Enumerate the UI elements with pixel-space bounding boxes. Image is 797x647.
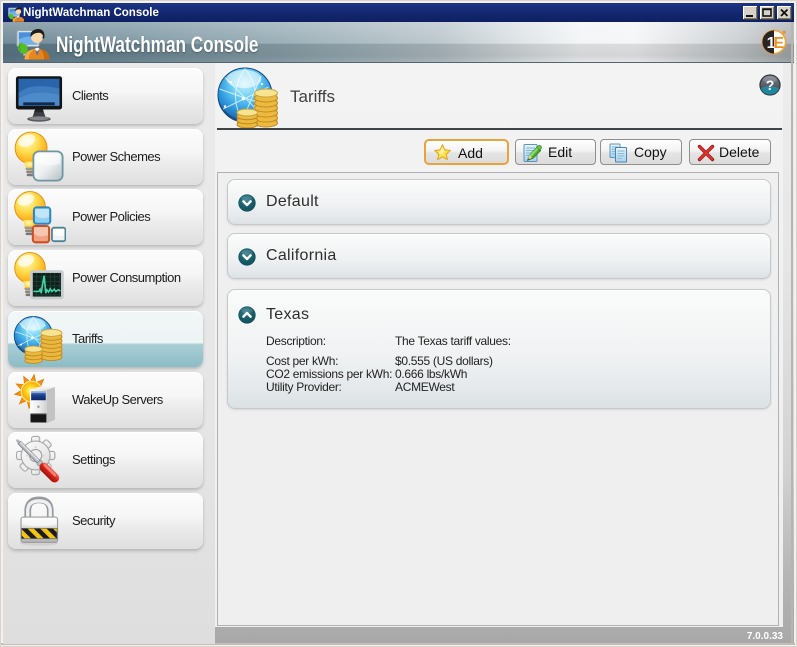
- svg-text:E: E: [773, 35, 784, 52]
- svg-text:?: ?: [766, 77, 775, 93]
